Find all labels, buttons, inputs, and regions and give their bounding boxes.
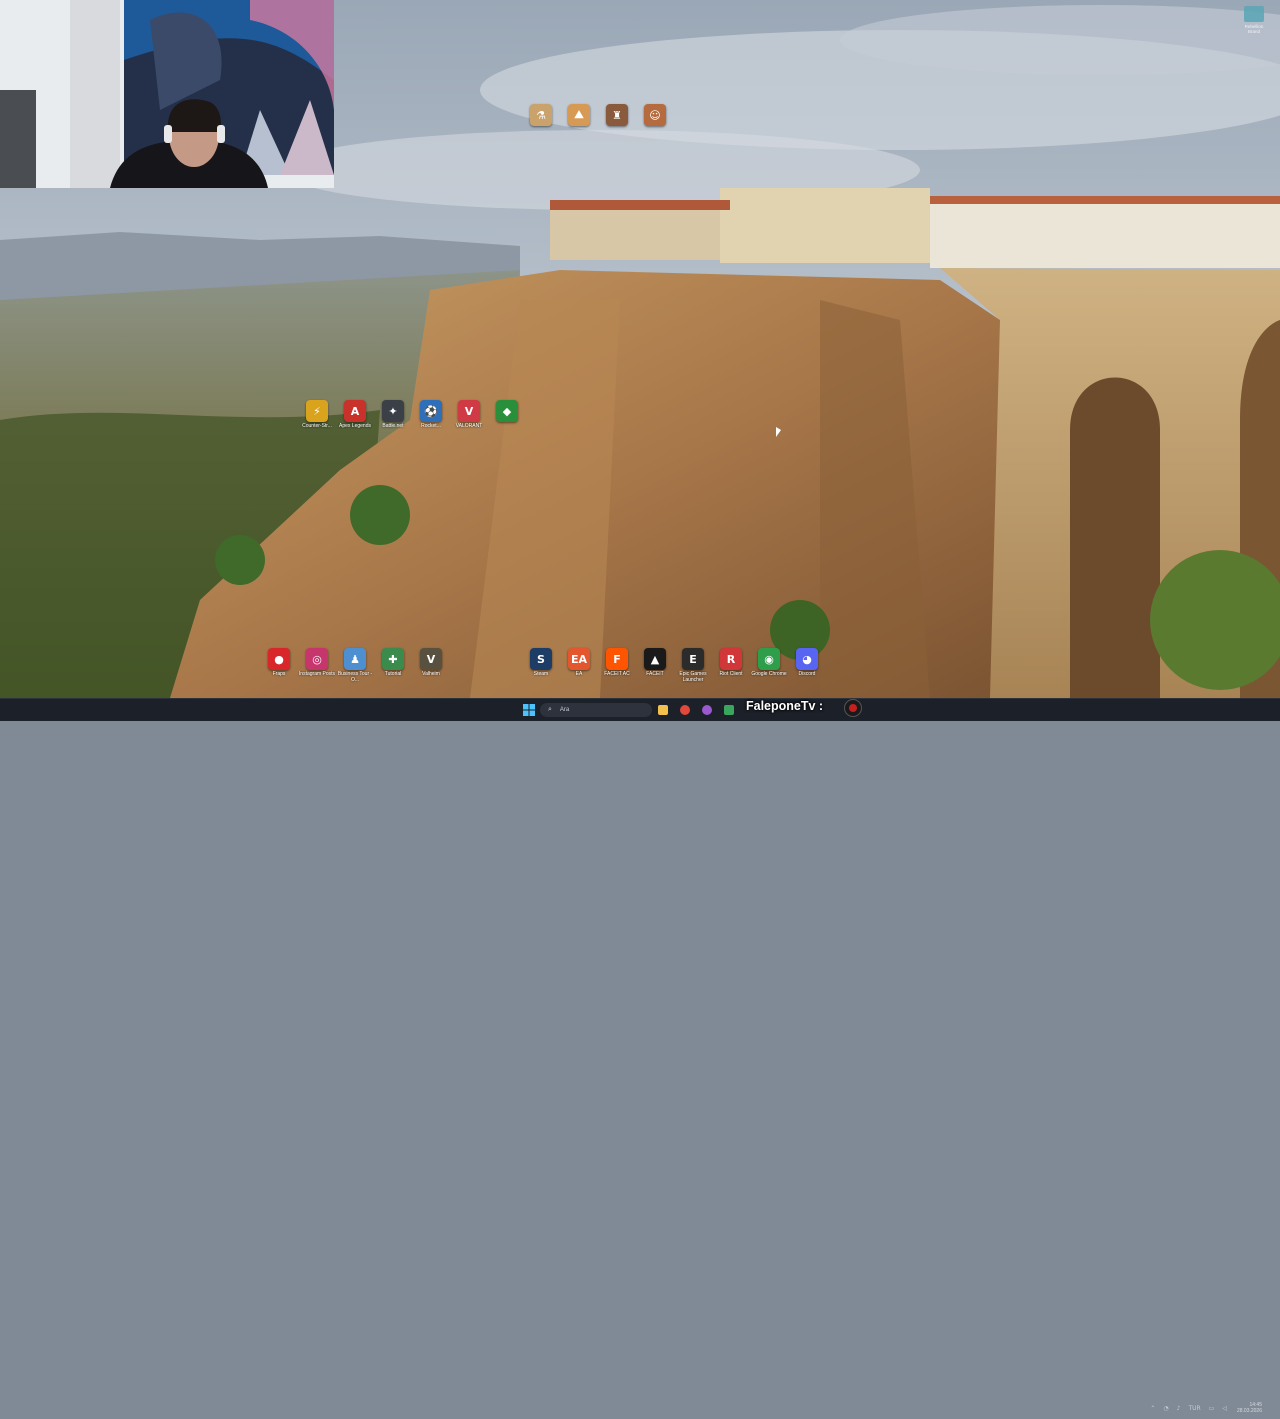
clock[interactable]: 14:45 28.03.2026 — [1237, 1402, 1262, 1414]
ea-icon[interactable]: EA EA — [562, 648, 596, 688]
desktop-icon-label: FACEIT AC — [604, 671, 630, 677]
chrome-taskbar-icon[interactable] — [678, 702, 692, 718]
taskbar: ⌕ Ara ⌃ ◔ ♪ TUR ▭ ◁ 14:45 28.03.2026 — [0, 698, 1280, 1414]
desktop-icon-label: Counter-Str... — [302, 423, 332, 429]
faceit-ac-glyph-icon: F — [606, 648, 628, 670]
steam-glyph-icon: S — [530, 648, 552, 670]
desktop-icon-label: VALORANT — [455, 423, 483, 429]
desktop-icon-label: Epic Games Launcher — [679, 671, 707, 683]
faceit-icon[interactable]: ▲ FACEIT — [638, 648, 672, 688]
file-explorer-glyph — [658, 705, 668, 715]
valhalla-icon[interactable]: V Valheim — [414, 648, 448, 688]
epic-games-icon[interactable]: E Epic Games Launcher — [676, 648, 710, 688]
app-icon-2-glyph-icon: ⛰ — [568, 104, 590, 126]
counter-strike-glyph-icon: ⚡ — [306, 400, 328, 422]
desktop-icon-label: FACEIT — [646, 671, 664, 677]
app-icon-4[interactable]: ☺ — [638, 104, 672, 144]
riot-client-icon[interactable]: R Riot Client — [714, 648, 748, 688]
razer-icon[interactable]: ◆ — [490, 400, 524, 440]
desktop-icon-label: Business Tour - O... — [337, 671, 373, 683]
search-placeholder: Ara — [559, 707, 570, 713]
chevron-up-icon[interactable]: ⌃ — [1150, 1405, 1155, 1412]
faceit-glyph-icon: ▲ — [644, 648, 666, 670]
network-icon[interactable]: ◔ — [1163, 1405, 1168, 1412]
browser-glyph — [702, 705, 712, 715]
fraps-icon[interactable]: ● Fraps — [262, 648, 296, 688]
app-icon-3[interactable]: ♜ — [600, 104, 634, 144]
mouse-cursor — [776, 427, 781, 437]
desktop-icon-label: Discord — [798, 671, 816, 677]
business-tour-icon[interactable]: ♟ Business Tour - O... — [338, 648, 372, 688]
epic-games-glyph-icon: E — [682, 648, 704, 670]
riot-client-glyph-icon: R — [720, 648, 742, 670]
chrome-glyph — [680, 705, 690, 715]
store-glyph — [724, 705, 734, 715]
razer-glyph-icon: ◆ — [496, 400, 518, 422]
apex-legends-glyph-icon: A — [344, 400, 366, 422]
discord-icon[interactable]: ◕ Discord — [790, 648, 824, 688]
tutorial-icon[interactable]: ✚ Tutorial — [376, 648, 410, 688]
instagram-icon[interactable]: ◎ Instagram Posts — [298, 648, 336, 688]
record-indicator-icon — [844, 699, 862, 717]
webcam-overlay — [0, 0, 334, 188]
counter-strike-icon[interactable]: ⚡ Counter-Str... — [300, 400, 334, 440]
tutorial-glyph-icon: ✚ — [382, 648, 404, 670]
top-right-desktop-widget[interactable]: Rebellion Brand — [1242, 6, 1266, 44]
store-taskbar-icon[interactable] — [722, 702, 736, 718]
faceit-ac-icon[interactable]: F FACEIT AC — [600, 648, 634, 688]
desktop-icon-label: Battle.net — [382, 423, 404, 429]
google-chrome-glyph-icon: ◉ — [758, 648, 780, 670]
search-icon: ⌕ — [548, 706, 552, 713]
rocket-league-icon[interactable]: ⚽ Rocket... — [414, 400, 448, 440]
battlenet-glyph-icon: ✦ — [382, 400, 404, 422]
rocket-league-glyph-icon: ⚽ — [420, 400, 442, 422]
widget-icon — [1244, 6, 1264, 22]
discord-glyph-icon: ◕ — [796, 648, 818, 670]
stream-overlay-text: FaleponeTv : — [746, 699, 824, 713]
valorant-glyph-icon: V — [458, 400, 480, 422]
volume-icon[interactable]: ♪ — [1177, 1405, 1181, 1412]
app-icon-1[interactable]: ⚗ — [524, 104, 558, 144]
fraps-glyph-icon: ● — [268, 648, 290, 670]
desktop-icon-label: Rocket... — [421, 423, 441, 429]
desktop-icon-label: Fraps — [272, 671, 286, 677]
start-button[interactable] — [522, 702, 536, 718]
windows-logo-icon — [523, 704, 535, 716]
app-icon-1-glyph-icon: ⚗ — [530, 104, 552, 126]
apex-legends-icon[interactable]: A Apex Legends — [338, 400, 372, 440]
app-icon-3-glyph-icon: ♜ — [606, 104, 628, 126]
business-tour-glyph-icon: ♟ — [344, 648, 366, 670]
browser-taskbar-icon[interactable] — [700, 702, 714, 718]
desktop-icon-label: Instagram Posts — [298, 671, 336, 677]
valorant-icon[interactable]: V VALORANT — [452, 400, 486, 440]
desktop-icon-label: EA — [575, 671, 583, 677]
desktop-icon-label: Steam — [533, 671, 549, 677]
app-icon-2[interactable]: ⛰ — [562, 104, 596, 144]
system-tray: ⌃ ◔ ♪ TUR ▭ ◁ 14:45 28.03.2026 — [1142, 1397, 1280, 1419]
desktop-icon-label: Apex Legends — [339, 423, 371, 429]
speaker-icon[interactable]: ◁ — [1222, 1405, 1227, 1412]
desktop-icon-label: Google Chrome — [751, 671, 787, 677]
battlenet-icon[interactable]: ✦ Battle.net — [376, 400, 410, 440]
desktop-icon-label: Valheim — [422, 671, 440, 677]
file-explorer-taskbar-icon[interactable] — [656, 702, 670, 718]
language-indicator[interactable]: TUR — [1188, 1405, 1200, 1412]
desktop-icon-label: Tutorial — [384, 671, 402, 677]
clock-date: 28.03.2026 — [1236, 1408, 1262, 1414]
desktop-icon-label: Riot Client — [719, 671, 743, 677]
ea-glyph-icon: EA — [568, 648, 590, 670]
app-icon-4-glyph-icon: ☺ — [644, 104, 666, 126]
google-chrome-icon[interactable]: ◉ Google Chrome — [751, 648, 787, 688]
instagram-glyph-icon: ◎ — [306, 648, 328, 670]
widget-label: Rebellion Brand — [1244, 24, 1264, 34]
valhalla-glyph-icon: V — [420, 648, 442, 670]
taskbar-search-box[interactable]: ⌕ Ara — [540, 703, 652, 717]
steam-icon[interactable]: S Steam — [524, 648, 558, 688]
display-icon[interactable]: ▭ — [1209, 1405, 1215, 1412]
